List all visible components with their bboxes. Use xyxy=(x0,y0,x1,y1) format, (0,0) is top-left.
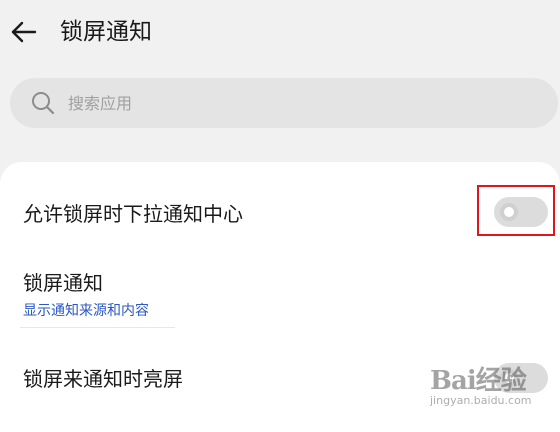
header: 锁屏通知 xyxy=(0,0,560,70)
search-input[interactable] xyxy=(68,78,528,128)
setting-row-lockscreen-notifications[interactable]: 锁屏通知 显示通知来源和内容 xyxy=(0,262,560,330)
divider xyxy=(20,327,175,328)
back-button[interactable] xyxy=(8,16,40,48)
setting-row-allow-pulldown[interactable]: 允许锁屏时下拉通知中心 xyxy=(0,180,560,244)
search-icon xyxy=(32,92,55,115)
back-arrow-icon xyxy=(11,21,37,43)
setting-row-wake-on-notification[interactable]: 锁屏来通知时亮屏 xyxy=(0,350,560,410)
search-bar[interactable] xyxy=(10,78,558,128)
allow-pulldown-label: 允许锁屏时下拉通知中心 xyxy=(23,202,243,226)
annotation-highlight-box xyxy=(477,185,555,236)
toggle-knob xyxy=(500,369,518,387)
wake-on-notification-toggle[interactable] xyxy=(494,363,548,393)
wake-on-notification-label: 锁屏来通知时亮屏 xyxy=(23,367,183,391)
page-title: 锁屏通知 xyxy=(60,19,152,45)
lockscreen-notifications-value: 显示通知来源和内容 xyxy=(23,303,149,319)
lockscreen-notifications-label: 锁屏通知 xyxy=(23,271,103,295)
